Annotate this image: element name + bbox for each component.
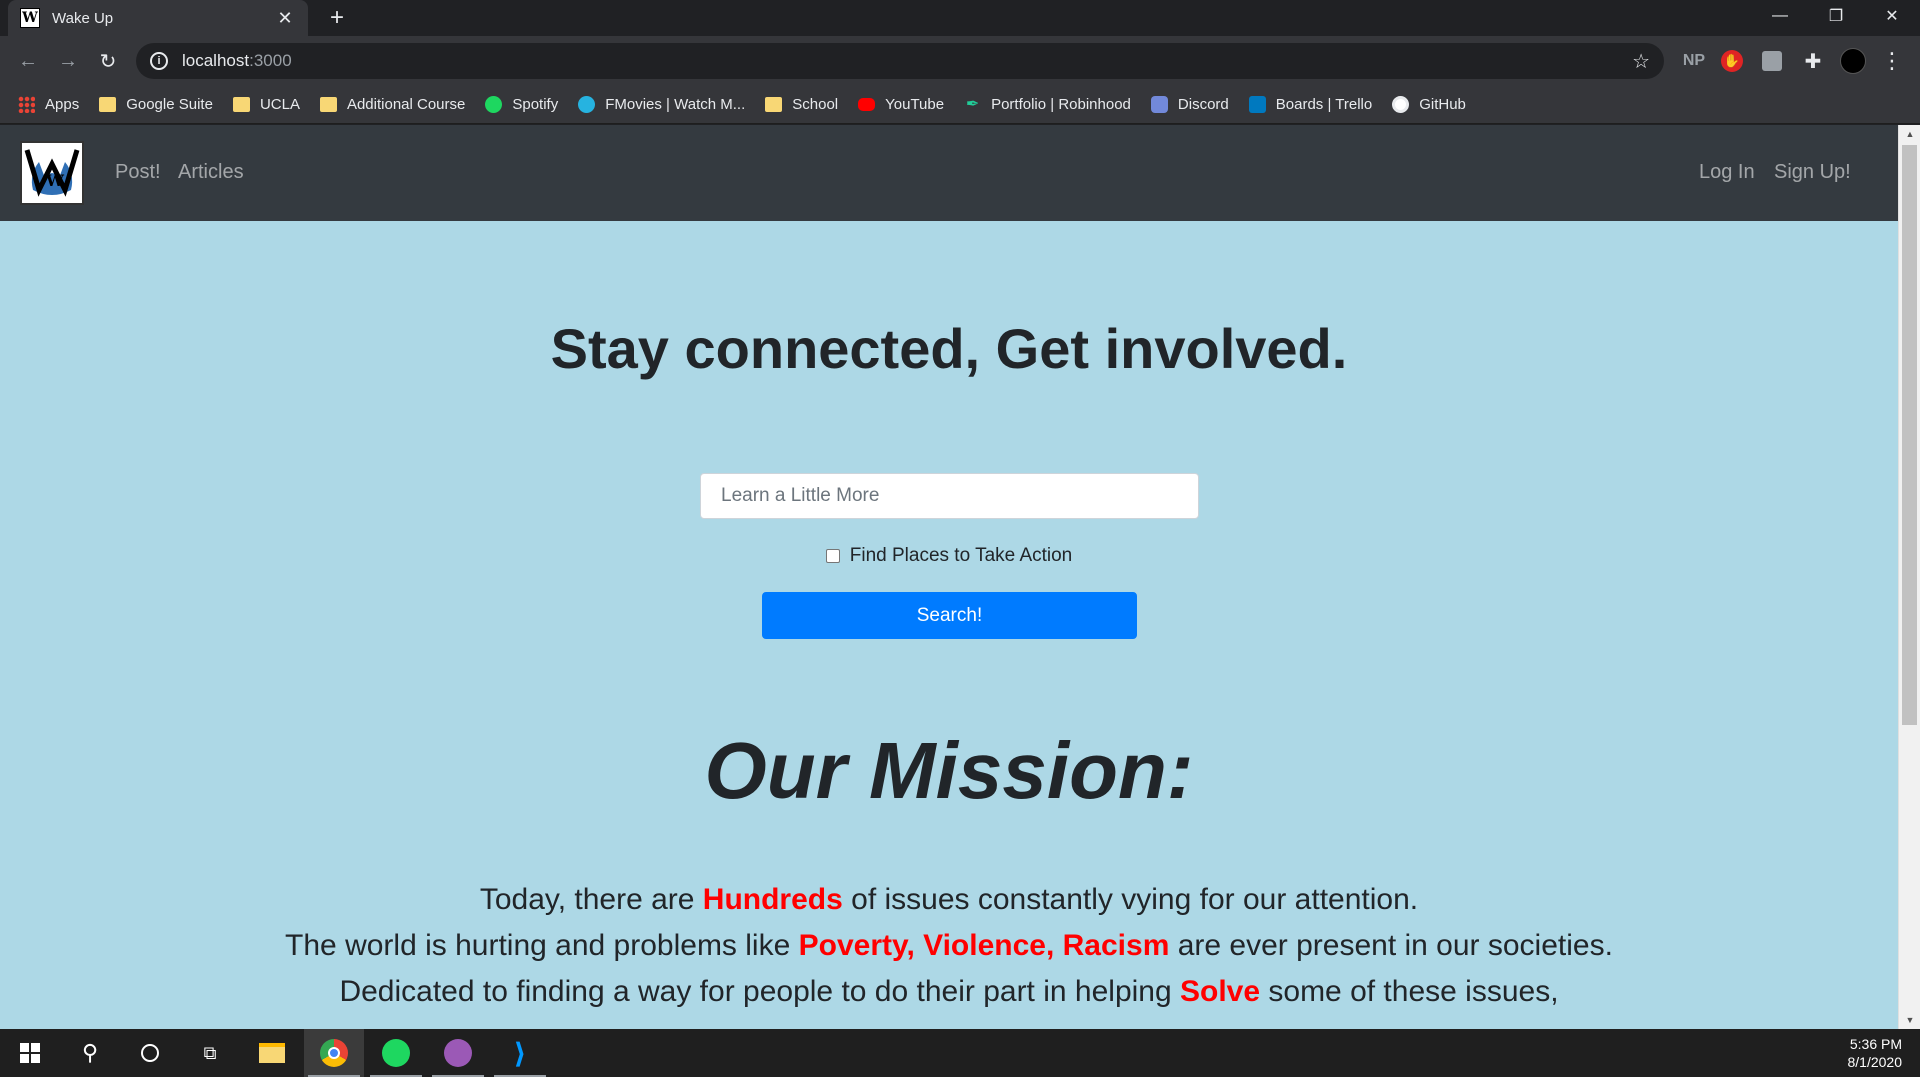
reload-icon[interactable]: ↻ xyxy=(94,47,122,75)
back-icon[interactable]: ← xyxy=(14,47,42,75)
tab-title: Wake Up xyxy=(52,9,114,27)
bookmark-google-suite[interactable]: Google Suite xyxy=(99,96,213,113)
folder-icon xyxy=(99,97,117,112)
folder-icon xyxy=(319,97,337,112)
bookmark-github[interactable]: GitHub xyxy=(1392,96,1466,113)
scroll-down-icon[interactable]: ▼ xyxy=(1899,1011,1920,1029)
site-favicon-icon: W xyxy=(20,8,40,28)
trello-icon xyxy=(1248,96,1266,113)
mission-line-2: The world is hurting and problems like P… xyxy=(285,929,1613,962)
folder-icon xyxy=(232,97,250,112)
nav-link-articles[interactable]: Articles xyxy=(178,161,244,184)
grey-extension-icon[interactable] xyxy=(1760,48,1784,74)
site-info-icon[interactable]: i xyxy=(150,52,168,70)
take-action-checkbox[interactable] xyxy=(825,549,840,563)
file-explorer-icon[interactable] xyxy=(242,1029,302,1077)
url-host: localhost xyxy=(182,51,250,70)
close-tab-icon[interactable]: ✕ xyxy=(274,8,296,29)
robinhood-icon: ✒ xyxy=(965,96,980,113)
bookmark-star-icon[interactable]: ☆ xyxy=(1632,49,1650,74)
new-tab-icon[interactable]: + xyxy=(322,4,352,32)
browser-tab-strip: W Wake Up ✕ + — ❐ ✕ xyxy=(0,0,1920,36)
github-icon xyxy=(1392,96,1410,113)
stop-extension-icon[interactable]: ✋ xyxy=(1720,48,1744,74)
folder-icon xyxy=(765,97,783,112)
nav-link-signup[interactable]: Sign Up! xyxy=(1774,161,1851,184)
clock-time: 5:36 PM xyxy=(1849,1036,1902,1052)
url-port: :3000 xyxy=(249,51,292,70)
address-bar[interactable]: i localhost:3000 ☆ xyxy=(136,43,1664,79)
bookmark-additional-course[interactable]: Additional Course xyxy=(319,96,465,113)
extensions-puzzle-icon[interactable]: ✚ xyxy=(1800,48,1826,74)
browser-tab[interactable]: W Wake Up ✕ xyxy=(8,0,308,36)
scrollbar-thumb[interactable] xyxy=(1902,145,1917,725)
hero-title: Stay connected, Get involved. xyxy=(550,317,1348,380)
browser-toolbar: ← → ↻ i localhost:3000 ☆ NP ✋ ✚ ⋮ xyxy=(0,36,1920,86)
take-action-option: Find Places to Take Action xyxy=(0,545,1898,567)
windows-logo-icon xyxy=(20,1043,40,1063)
mission-title: Our Mission: xyxy=(704,726,1194,815)
wake-up-logo-icon: W xyxy=(24,149,80,197)
close-window-icon[interactable]: ✕ xyxy=(1864,0,1920,32)
restore-window-icon[interactable]: ❐ xyxy=(1808,0,1864,32)
page-scrollbar[interactable]: ▲ ▼ xyxy=(1898,125,1920,1029)
mission-text: Today, there are Hundreds of issues cons… xyxy=(0,877,1898,1015)
bookmark-apps[interactable]: Apps xyxy=(18,96,79,113)
windows-taskbar: ⚲ ⧉ ⟩ 5:36 PM 8/1/2020 xyxy=(0,1029,1920,1077)
clock-date: 8/1/2020 xyxy=(1847,1054,1903,1070)
take-action-label: Find Places to Take Action xyxy=(849,545,1073,566)
site-navbar: W Post! Articles Log In Sign Up! xyxy=(0,125,1898,221)
search-taskbar-icon[interactable]: ⚲ xyxy=(60,1029,120,1077)
page-viewport: W Post! Articles Log In Sign Up! Stay co… xyxy=(0,125,1920,1029)
bookmark-fmovies[interactable]: FMovies | Watch M... xyxy=(578,96,745,113)
np-extension-icon[interactable]: NP xyxy=(1680,48,1708,74)
nav-link-login[interactable]: Log In xyxy=(1699,161,1755,184)
spotify-taskbar-icon[interactable] xyxy=(366,1029,426,1077)
minimize-window-icon[interactable]: — xyxy=(1752,0,1808,32)
youtube-icon xyxy=(858,98,876,111)
nav-link-post[interactable]: Post! xyxy=(115,161,161,184)
forward-icon[interactable]: → xyxy=(54,47,82,75)
system-clock[interactable]: 5:36 PM 8/1/2020 xyxy=(1848,1035,1903,1071)
browser-menu-icon[interactable]: ⋮ xyxy=(1880,48,1904,74)
bookmark-ucla[interactable]: UCLA xyxy=(232,96,300,113)
site-logo[interactable]: W xyxy=(20,141,84,205)
vscode-taskbar-icon[interactable]: ⟩ xyxy=(490,1029,550,1077)
github-desktop-taskbar-icon[interactable] xyxy=(428,1029,488,1077)
bookmark-spotify[interactable]: Spotify xyxy=(485,96,558,113)
mission-line-1: Today, there are Hundreds of issues cons… xyxy=(479,883,1419,916)
bookmark-discord[interactable]: Discord xyxy=(1150,96,1229,113)
spotify-icon xyxy=(485,96,503,113)
svg-text:W: W xyxy=(45,171,65,190)
mission-line-3: Dedicated to finding a way for people to… xyxy=(339,975,1559,1008)
cortana-icon[interactable] xyxy=(120,1029,180,1077)
profile-avatar[interactable] xyxy=(1839,48,1867,74)
bookmarks-bar: Apps Google Suite UCLA Additional Course… xyxy=(0,86,1920,124)
bookmark-robinhood[interactable]: ✒ Portfolio | Robinhood xyxy=(964,96,1131,113)
bookmark-trello[interactable]: Boards | Trello xyxy=(1248,96,1372,113)
discord-icon xyxy=(1150,96,1168,113)
task-view-icon[interactable]: ⧉ xyxy=(180,1029,240,1077)
scroll-up-icon[interactable]: ▲ xyxy=(1899,125,1920,143)
chrome-taskbar-icon[interactable] xyxy=(304,1029,364,1077)
search-input[interactable] xyxy=(700,473,1199,519)
search-button[interactable]: Search! xyxy=(762,592,1137,639)
start-button[interactable] xyxy=(0,1029,60,1077)
apps-grid-icon xyxy=(18,96,35,113)
bookmark-youtube[interactable]: YouTube xyxy=(858,96,944,113)
bookmark-school[interactable]: School xyxy=(765,96,838,113)
fmovies-icon xyxy=(578,96,596,113)
